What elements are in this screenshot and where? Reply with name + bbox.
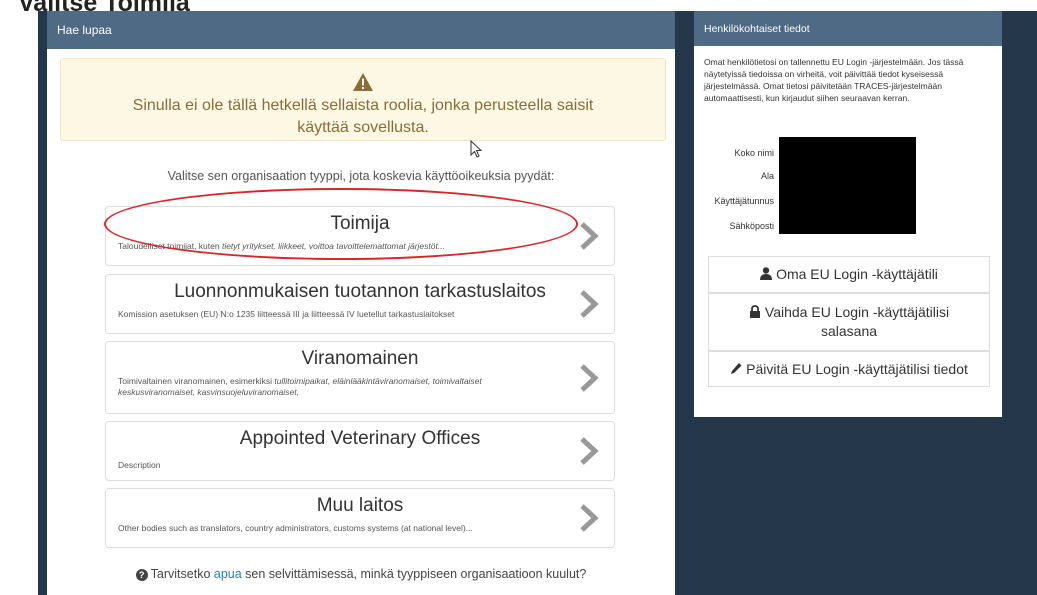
org-type-title: Muu laitos bbox=[316, 495, 404, 516]
org-type-option-tarkastuslaitos[interactable]: Luonnonmukaisen tuotannon tarkastuslaito… bbox=[105, 274, 615, 334]
org-type-description: Komission asetuksen (EU) N:o 1235 liitte… bbox=[118, 309, 455, 319]
page-left-margin bbox=[0, 11, 38, 595]
username-label: Käyttäjätunnus bbox=[714, 196, 774, 206]
chevron-right-icon bbox=[580, 437, 599, 465]
no-role-alert: Sinulla ei ole tällä hetkellä sellaista … bbox=[60, 58, 666, 141]
page: Valitse Toimija Hae lupaa Sinulla ei ole… bbox=[0, 0, 1037, 595]
select-org-type-prompt: Valitse sen organisaation tyyppi, jota k… bbox=[167, 169, 555, 183]
org-type-option-appointed-veterinary-offices[interactable]: Appointed Veterinary Offices Description bbox=[105, 421, 615, 481]
warning-icon bbox=[353, 73, 373, 91]
org-type-option-muu-laitos[interactable]: Muu laitos Other bodies such as translat… bbox=[105, 488, 615, 548]
personal-info-header: Henkilökohtaiset tiedot bbox=[694, 11, 1002, 46]
request-panel-header: Hae lupaa bbox=[47, 11, 675, 49]
org-type-description: Other bodies such as translators, countr… bbox=[118, 523, 473, 533]
org-type-description: Toimivaltainen viranomainen, esimerkiksi… bbox=[118, 376, 482, 397]
request-permission-panel: Hae lupaa Sinulla ei ole tällä hetkellä … bbox=[47, 11, 675, 595]
chevron-right-icon bbox=[580, 363, 599, 392]
full-name-label: Koko nimi bbox=[734, 148, 774, 158]
chevron-right-icon bbox=[580, 290, 599, 318]
redacted-personal-info bbox=[779, 137, 916, 234]
eu-login-account-button[interactable]: Oma EU Login -käyttäjätili bbox=[708, 256, 990, 293]
update-account-info-button[interactable]: Päivitä EU Login -käyttäjätilisi tiedot bbox=[708, 351, 990, 387]
mouse-cursor-icon bbox=[470, 140, 482, 158]
org-type-option-toimija[interactable]: Toimija Taloudelliset toimijat, kuten ti… bbox=[105, 206, 615, 266]
field-label: Ala bbox=[760, 171, 774, 181]
question-circle-icon: ? bbox=[135, 569, 148, 581]
org-type-title: Viranomainen bbox=[301, 348, 419, 369]
org-type-description: Description bbox=[118, 460, 161, 470]
chevron-right-icon bbox=[580, 504, 599, 532]
user-icon bbox=[760, 267, 773, 280]
org-type-title: Luonnonmukaisen tuotannon tarkastuslaito… bbox=[174, 281, 546, 302]
email-label: Sähköposti bbox=[729, 221, 774, 231]
personal-info-intro: Omat henkilötietosi on tallennettu EU Lo… bbox=[704, 57, 964, 103]
personal-info-panel: Henkilökohtaiset tiedot Omat henkilötiet… bbox=[694, 11, 1002, 417]
org-type-description: Taloudelliset toimijat, kuten tietyt yri… bbox=[118, 241, 445, 251]
change-password-button[interactable]: Vaihda EU Login -käyttäjätilisi salasana bbox=[708, 293, 990, 351]
lock-icon bbox=[749, 305, 760, 318]
help-text: ? Tarvitsetko apua sen selvittämisessä, m… bbox=[47, 567, 675, 581]
help-link[interactable]: apua bbox=[214, 567, 242, 581]
org-type-title: Toimija bbox=[330, 213, 390, 234]
pencil-icon bbox=[731, 363, 742, 374]
org-type-title: Appointed Veterinary Offices bbox=[239, 428, 481, 449]
alert-text: Sinulla ei ole tällä hetkellä sellaista … bbox=[132, 97, 594, 136]
org-type-option-viranomainen[interactable]: Viranomainen Toimivaltainen viranomainen… bbox=[105, 341, 615, 414]
chevron-right-icon bbox=[580, 222, 599, 250]
